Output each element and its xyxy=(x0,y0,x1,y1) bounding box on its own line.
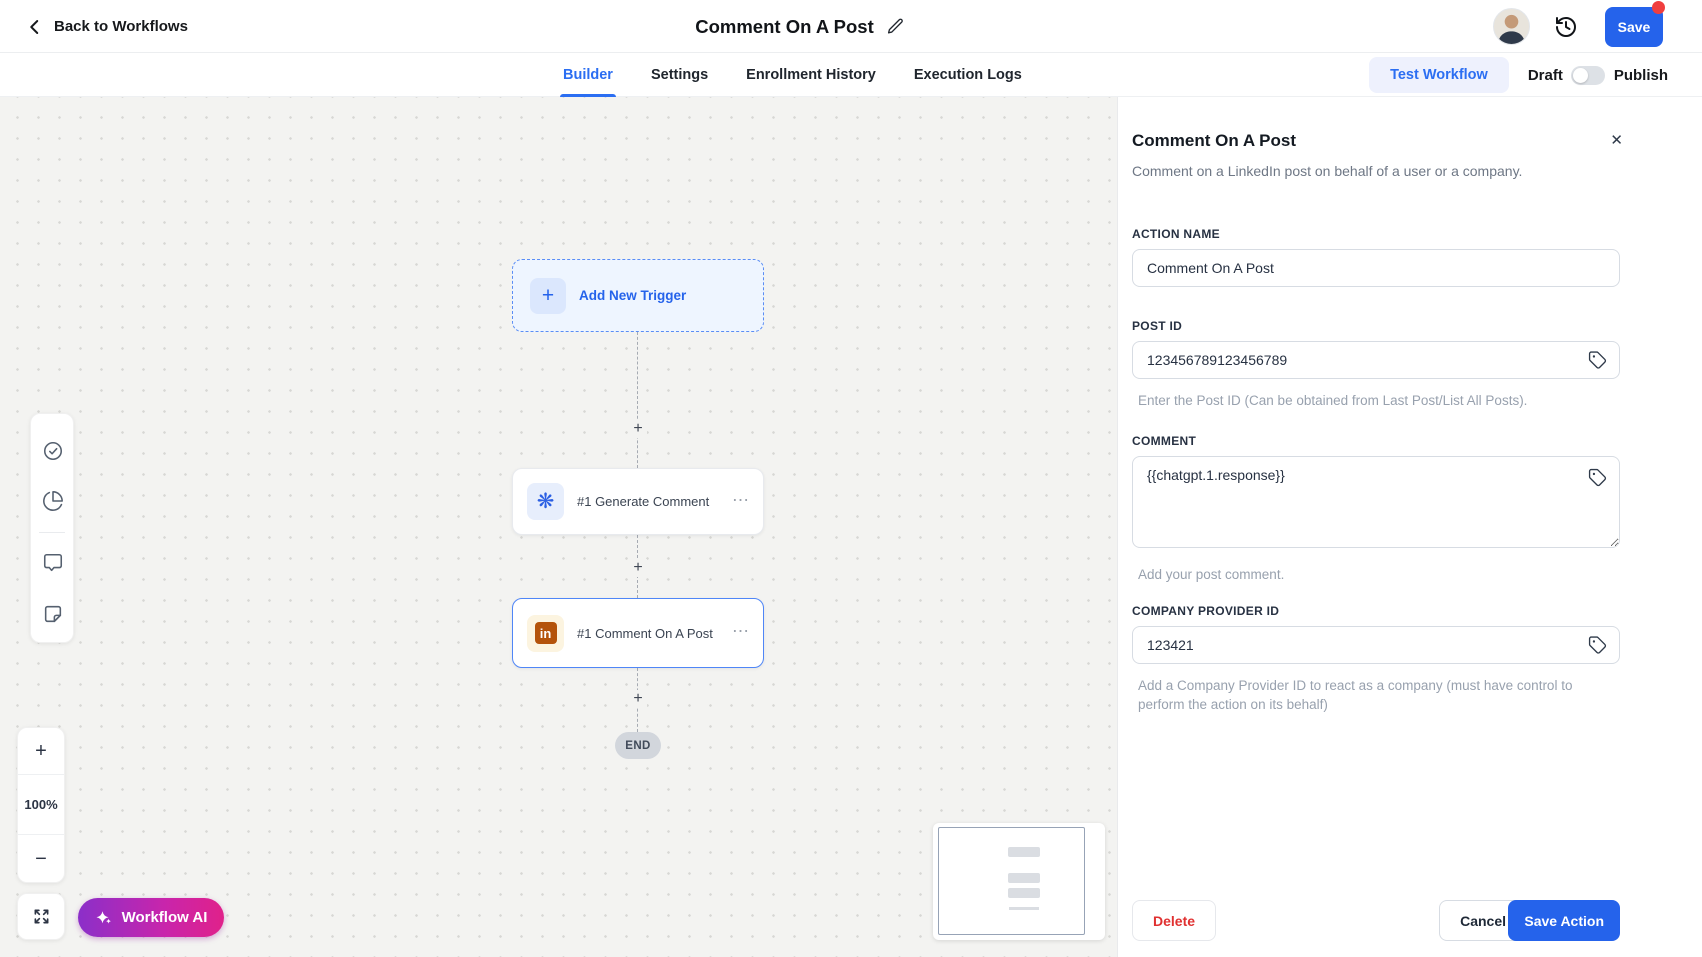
variable-tag-icon[interactable] xyxy=(1588,351,1607,370)
avatar-image xyxy=(1494,9,1529,44)
delete-button[interactable]: Delete xyxy=(1132,900,1216,941)
tab-enrollment-history[interactable]: Enrollment History xyxy=(746,53,876,97)
workflow-canvas[interactable]: + + + + Add New Trigger ❋ #1 Generate Co… xyxy=(0,97,1117,957)
node-comment-on-a-post[interactable]: in #1 Comment On A Post ⋯ xyxy=(512,598,764,668)
company-provider-id-label: COMPANY PROVIDER ID xyxy=(1132,604,1620,618)
end-badge: END xyxy=(615,732,661,759)
minimap-node xyxy=(1008,888,1040,898)
action-name-label: ACTION NAME xyxy=(1132,227,1620,241)
variable-tag-icon[interactable] xyxy=(1588,636,1607,655)
checklist-icon[interactable] xyxy=(42,440,64,462)
node-menu-icon[interactable]: ⋯ xyxy=(732,490,750,510)
tab-execution-logs[interactable]: Execution Logs xyxy=(914,53,1022,97)
panel-footer: Delete Cancel Save Action xyxy=(1132,900,1620,941)
toggle-knob xyxy=(1573,68,1588,83)
workflow-builder-app: Back to Workflows Comment On A Post Save… xyxy=(0,0,1702,957)
tabs-group: Builder Settings Enrollment History Exec… xyxy=(563,53,1022,97)
analytics-pie-icon[interactable] xyxy=(42,490,64,512)
minimap-node xyxy=(1008,873,1040,883)
sparkles-icon xyxy=(95,909,113,927)
save-action-button[interactable]: Save Action xyxy=(1508,900,1620,941)
tab-builder[interactable]: Builder xyxy=(563,53,613,97)
node-label: #1 Generate Comment xyxy=(577,494,709,509)
action-name-input[interactable] xyxy=(1132,249,1620,287)
zoom-level[interactable]: 100% xyxy=(18,775,64,834)
openai-icon: ❋ xyxy=(527,483,564,520)
publish-label: Publish xyxy=(1614,67,1668,84)
sticky-note-icon[interactable] xyxy=(42,603,64,625)
comment-bubble-icon[interactable] xyxy=(42,552,64,574)
company-provider-id-input[interactable] xyxy=(1132,626,1620,664)
comment-label: COMMENT xyxy=(1132,434,1620,448)
plus-icon: + xyxy=(530,278,566,314)
workflow-ai-button[interactable]: Workflow AI xyxy=(78,898,224,937)
page-title: Comment On A Post xyxy=(695,16,874,38)
node-generate-comment[interactable]: ❋ #1 Generate Comment ⋯ xyxy=(512,468,764,535)
zoom-out-button[interactable]: − xyxy=(18,835,64,884)
tabbar-right-group: Test Workflow Draft Publish xyxy=(1369,53,1668,97)
version-history-icon[interactable] xyxy=(1554,15,1578,39)
node-menu-icon[interactable]: ⋯ xyxy=(732,621,750,641)
canvas-side-toolbar xyxy=(30,413,74,643)
fit-view-button[interactable] xyxy=(17,893,65,940)
canvas-minimap[interactable] xyxy=(933,823,1105,940)
edit-title-icon[interactable] xyxy=(886,17,905,36)
panel-subtitle: Comment on a LinkedIn post on behalf of … xyxy=(1132,163,1620,179)
comment-textarea[interactable]: {{chatgpt.1.response}} xyxy=(1132,456,1620,548)
minimap-node xyxy=(1009,907,1039,910)
back-to-workflows-button[interactable]: Back to Workflows xyxy=(26,0,188,53)
unsaved-changes-dot xyxy=(1652,1,1665,14)
workflow-tabbar: Builder Settings Enrollment History Exec… xyxy=(0,53,1702,97)
workflow-title-block: Comment On A Post xyxy=(695,0,905,53)
company-provider-id-helper: Add a Company Provider ID to react as a … xyxy=(1132,676,1620,714)
publish-toggle[interactable] xyxy=(1571,66,1605,85)
top-header: Back to Workflows Comment On A Post Save xyxy=(0,0,1702,53)
tab-settings[interactable]: Settings xyxy=(651,53,708,97)
post-id-helper: Enter the Post ID (Can be obtained from … xyxy=(1132,391,1620,410)
add-step-plus-icon[interactable]: + xyxy=(629,420,647,438)
add-step-plus-icon[interactable]: + xyxy=(629,559,647,577)
connector-line xyxy=(637,332,638,468)
node-label: #1 Comment On A Post xyxy=(577,626,713,641)
variable-tag-icon[interactable] xyxy=(1588,468,1607,487)
back-label: Back to Workflows xyxy=(54,18,188,35)
comment-helper: Add your post comment. xyxy=(1132,565,1620,584)
close-panel-icon[interactable]: ✕ xyxy=(1610,133,1623,148)
zoom-controls: + 100% − xyxy=(17,727,65,883)
minimap-node xyxy=(1008,847,1040,857)
linkedin-icon: in xyxy=(527,615,564,652)
chevron-left-icon xyxy=(26,18,44,36)
post-id-input[interactable] xyxy=(1132,341,1620,379)
add-step-plus-icon[interactable]: + xyxy=(629,690,647,708)
workflow-ai-label: Workflow AI xyxy=(122,909,208,926)
trigger-label: Add New Trigger xyxy=(579,288,686,303)
toolbar-divider xyxy=(39,532,65,533)
add-new-trigger-node[interactable]: + Add New Trigger xyxy=(512,259,764,332)
avatar[interactable] xyxy=(1493,8,1530,45)
expand-arrows-icon xyxy=(31,906,52,927)
test-workflow-button[interactable]: Test Workflow xyxy=(1369,57,1509,93)
draft-label: Draft xyxy=(1528,67,1563,84)
action-config-panel: ✕ Comment On A Post Comment on a LinkedI… xyxy=(1117,97,1702,957)
post-id-label: POST ID xyxy=(1132,319,1620,333)
panel-title: Comment On A Post xyxy=(1132,131,1620,151)
zoom-in-button[interactable]: + xyxy=(18,728,64,774)
